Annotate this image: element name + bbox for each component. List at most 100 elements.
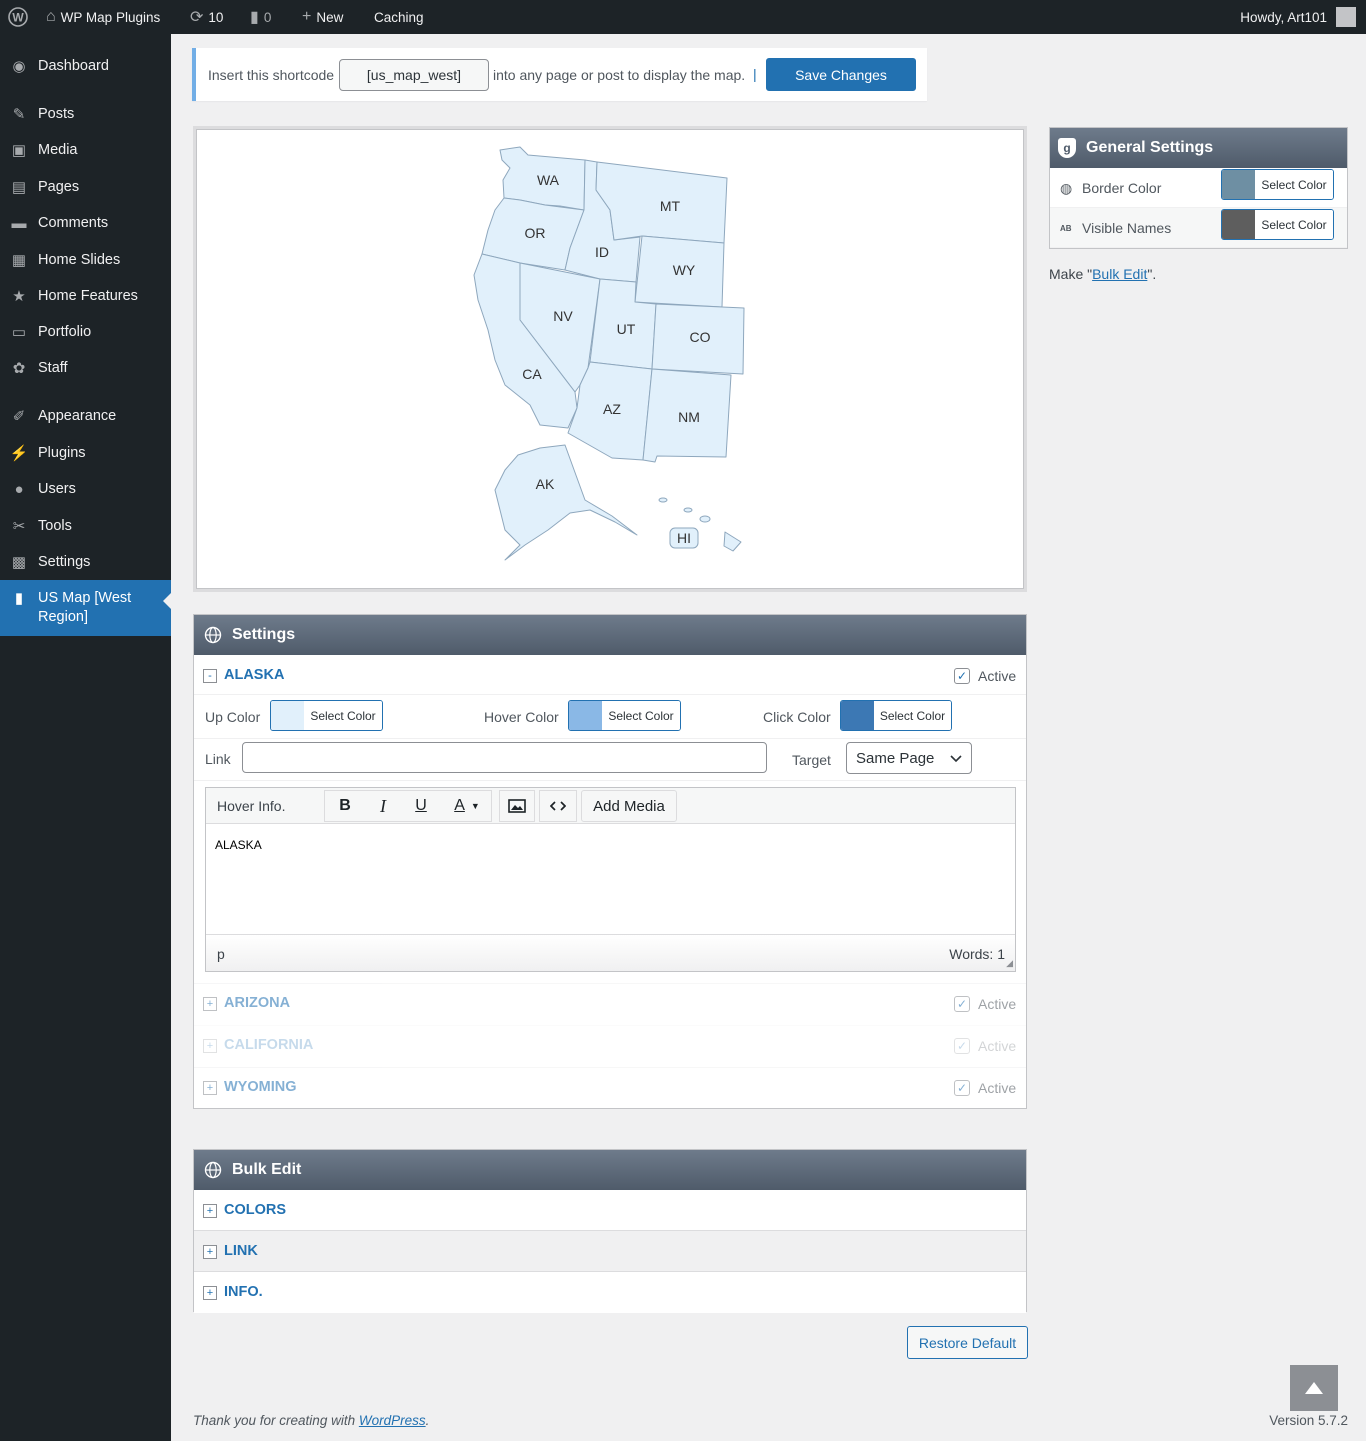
sidebar-item-appearance[interactable]: ✐ Appearance <box>0 402 171 430</box>
state-name[interactable]: ALASKA <box>224 667 284 683</box>
site-name-link[interactable]: ⌂ WP Map Plugins <box>46 0 160 34</box>
caching-link[interactable]: Caching <box>374 0 424 34</box>
image-button[interactable] <box>499 790 535 822</box>
sidebar-item-label: Portfolio <box>38 324 92 340</box>
version-label: Version 5.7.2 <box>1269 1413 1348 1428</box>
shortcode-field[interactable] <box>339 59 489 91</box>
bold-button[interactable]: B <box>330 788 360 824</box>
bulk-hint-prefix: Make " <box>1049 266 1093 282</box>
brush-icon: ✐ <box>12 408 26 425</box>
wordpress-link[interactable]: WordPress <box>359 1413 426 1428</box>
bulk-edit-link[interactable]: Bulk Edit <box>1092 266 1147 282</box>
expand-toggle[interactable]: + <box>203 1081 217 1095</box>
code-icon <box>550 801 566 811</box>
sidebar-item-pages[interactable]: ▤ Pages <box>0 173 171 201</box>
underline-button[interactable]: U <box>406 788 436 824</box>
sidebar-item-comments[interactable]: ▬ Comments <box>0 209 171 237</box>
user-icon: ● <box>14 480 24 498</box>
active-checkbox[interactable]: ✓ <box>954 1038 970 1054</box>
state-name[interactable]: ARIZONA <box>224 995 290 1011</box>
expand-toggle[interactable]: + <box>203 1039 217 1053</box>
state-name[interactable]: WYOMING <box>224 1079 297 1095</box>
sidebar-item-portfolio[interactable]: ▭ Portfolio <box>0 318 171 346</box>
color-swatch <box>1222 170 1255 199</box>
general-color-picker[interactable]: Select Color <box>1221 169 1334 200</box>
bulk-edit-hint: Make "Bulk Edit". <box>1049 266 1156 282</box>
text-color-button[interactable]: A ▼ <box>446 788 488 824</box>
sidebar-item-posts[interactable]: ✎ Posts <box>0 100 171 128</box>
state-hi-island[interactable] <box>683 507 693 513</box>
admin-menu: ◉ Dashboard ✎ Posts ▣ Media ▤ Pages ▬ Comments ▦ Ho… <box>0 34 171 1441</box>
new-content-link[interactable]: + New <box>302 0 343 34</box>
resize-handle-icon[interactable]: ◢ <box>1006 958 1013 969</box>
settings-panel: Settings - ALASKA ✓ Active Up Color Sele… <box>193 614 1027 1109</box>
click-color-picker[interactable]: Select Color <box>840 700 952 731</box>
select-color-label: Select Color <box>602 701 680 730</box>
active-checkbox[interactable]: ✓ <box>954 668 970 684</box>
general-setting-row: AB Visible Names Select Color <box>1050 208 1347 248</box>
sidebar-item-label: Home Features <box>38 288 138 304</box>
element-path: p <box>217 946 225 962</box>
word-count: Words: 1 <box>949 946 1005 962</box>
add-media-button[interactable]: Add Media <box>581 790 677 822</box>
staff-icon: ✿ <box>12 360 26 377</box>
state-hi[interactable] <box>723 531 742 552</box>
expand-toggle[interactable]: + <box>203 997 217 1011</box>
sidebar-item-home-slides[interactable]: ▦ Home Slides <box>0 246 171 274</box>
collapse-toggle[interactable]: - <box>203 669 217 683</box>
sidebar-item-dashboard[interactable]: ◉ Dashboard <box>0 52 171 80</box>
scroll-to-top-button[interactable] <box>1290 1365 1338 1411</box>
sidebar-item-settings[interactable]: ▩ Settings <box>0 548 171 576</box>
hover-info-editor: Hover Info. B I U A ▼ Add Media ALASKA p… <box>205 787 1016 972</box>
comments-link[interactable]: ▮ 0 <box>250 0 271 34</box>
bulk-row-label[interactable]: COLORS <box>224 1202 286 1218</box>
portfolio-icon: ▭ <box>11 324 27 341</box>
bulk-row-label[interactable]: INFO. <box>224 1284 263 1300</box>
up-color-picker[interactable]: Select Color <box>270 700 383 731</box>
save-changes-button[interactable]: Save Changes <box>766 58 916 91</box>
globe-icon <box>204 626 222 644</box>
sidebar-item-plugins[interactable]: ⚡ Plugins <box>0 439 171 467</box>
slides-icon: ▦ <box>11 252 27 269</box>
target-select[interactable]: Same Page <box>846 742 972 774</box>
restore-default-button[interactable]: Restore Default <box>907 1326 1028 1359</box>
italic-button[interactable]: I <box>368 788 398 824</box>
state-ak[interactable] <box>494 444 638 561</box>
active-checkbox[interactable]: ✓ <box>954 1080 970 1096</box>
sidebar-item-staff[interactable]: ✿ Staff <box>0 354 171 382</box>
sidebar-item-label: US Map [West Region] <box>38 590 132 625</box>
sidebar-item-media[interactable]: ▣ Media <box>0 136 171 164</box>
state-hi-island[interactable] <box>699 515 711 523</box>
shortcode-prefix: Insert this shortcode <box>208 67 335 83</box>
code-button[interactable] <box>539 790 577 822</box>
sidebar-item-label: Settings <box>38 554 91 570</box>
link-input[interactable] <box>242 742 767 773</box>
editor-content[interactable]: ALASKA <box>215 838 262 852</box>
select-color-label: Select Color <box>1255 170 1333 199</box>
my-account-link[interactable]: Howdy, Art101 <box>1240 0 1356 34</box>
hover-color-picker[interactable]: Select Color <box>568 700 681 731</box>
sidebar-item-label: Posts <box>38 106 75 122</box>
plugin-icon: ⚡ <box>9 445 29 462</box>
wordpress-logo-icon[interactable]: W <box>8 0 28 34</box>
bulk-row-label[interactable]: LINK <box>224 1243 258 1259</box>
active-label: Active <box>978 668 1017 684</box>
state-name[interactable]: CALIFORNIA <box>224 1037 313 1053</box>
sidebar-item-us-map-west-region[interactable]: ▮ US Map [West Region] <box>0 580 171 636</box>
sidebar-item-home-features[interactable]: ★ Home Features <box>0 282 171 310</box>
expand-toggle[interactable]: + <box>203 1204 217 1218</box>
general-color-picker[interactable]: Select Color <box>1221 209 1334 240</box>
state-hi-island[interactable] <box>658 497 668 503</box>
caret-down-icon: ▼ <box>470 801 480 811</box>
pushpin-icon: ✎ <box>12 106 26 123</box>
sidebar-item-users[interactable]: ● Users <box>0 475 171 503</box>
updates-link[interactable]: ⟳ 10 <box>190 0 223 34</box>
state-label-az: AZ <box>603 401 621 417</box>
active-checkbox[interactable]: ✓ <box>954 996 970 1012</box>
expand-toggle[interactable]: + <box>203 1286 217 1300</box>
sidebar-item-label: Staff <box>38 360 68 376</box>
expand-toggle[interactable]: + <box>203 1245 217 1259</box>
new-label: New <box>316 9 344 25</box>
sidebar-item-tools[interactable]: ✂ Tools <box>0 512 171 540</box>
hover-color-swatch <box>569 701 602 730</box>
